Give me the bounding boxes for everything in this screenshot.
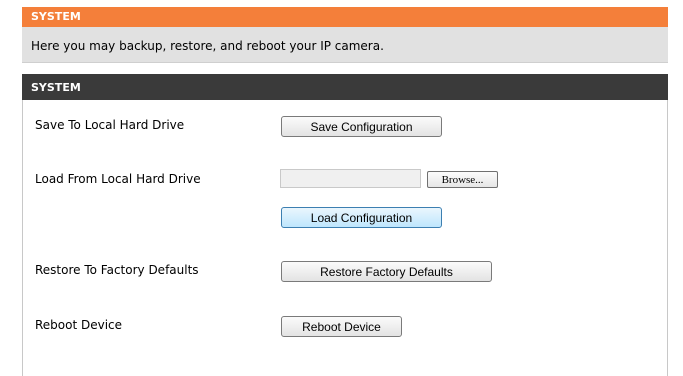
- load-configuration-button[interactable]: Load Configuration: [281, 207, 442, 228]
- restore-factory-defaults-button[interactable]: Restore Factory Defaults: [281, 261, 492, 282]
- reboot-device-button[interactable]: Reboot Device: [281, 316, 402, 337]
- section-description: Here you may backup, restore, and reboot…: [22, 27, 668, 63]
- file-path-input[interactable]: [280, 169, 421, 188]
- save-configuration-button[interactable]: Save Configuration: [281, 116, 442, 137]
- restore-label: Restore To Factory Defaults: [35, 263, 199, 277]
- load-label: Load From Local Hard Drive: [35, 172, 201, 186]
- panel-header: SYSTEM: [22, 74, 668, 100]
- reboot-label: Reboot Device: [35, 318, 123, 332]
- system-panel: SYSTEM Save To Local Hard Drive Save Con…: [22, 74, 668, 376]
- browse-button[interactable]: Browse...: [427, 171, 498, 188]
- save-label: Save To Local Hard Drive: [35, 118, 185, 132]
- section-header: SYSTEM: [22, 7, 668, 27]
